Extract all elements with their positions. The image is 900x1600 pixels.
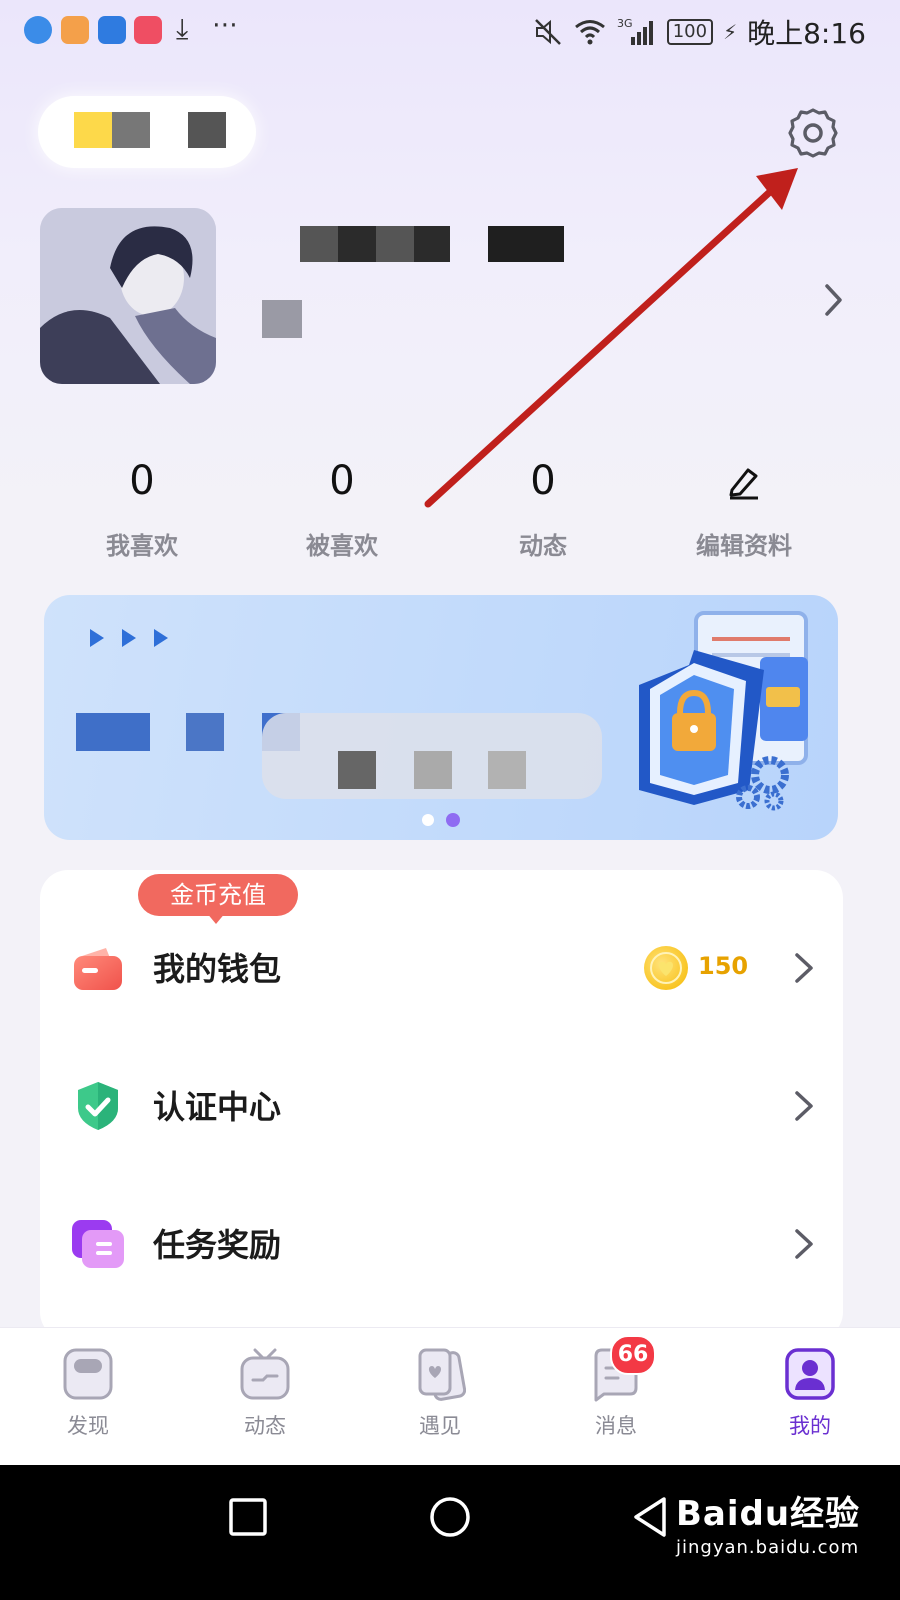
bottom-tab-bar: 发现 动态 遇见 消息 我的 bbox=[0, 1327, 900, 1466]
profile-icon bbox=[785, 1348, 835, 1400]
tab-messages-label: 消息 bbox=[595, 1414, 637, 1438]
tab-discover-label: 发现 bbox=[67, 1414, 109, 1438]
tab-meet[interactable]: 遇见 bbox=[370, 1346, 510, 1440]
carousel-dot-1[interactable] bbox=[422, 814, 434, 826]
recents-button[interactable] bbox=[228, 1497, 268, 1537]
avatar-image bbox=[40, 208, 216, 384]
wallet-label: 我的钱包 bbox=[153, 950, 282, 988]
shield-check-icon bbox=[78, 1082, 118, 1130]
tasks-label: 任务奖励 bbox=[153, 1226, 282, 1264]
task-icon bbox=[72, 1220, 124, 1268]
edit-profile-label: 编辑资料 bbox=[696, 532, 792, 560]
stat-followers[interactable]: 0 被喜欢 bbox=[262, 456, 422, 561]
carousel-dot-2-active[interactable] bbox=[446, 813, 460, 827]
profile-chevron-icon[interactable] bbox=[818, 280, 848, 320]
recharge-badge[interactable]: 金币充值 bbox=[138, 874, 298, 916]
back-button[interactable] bbox=[630, 1495, 670, 1539]
clock: 晚上8:16 bbox=[747, 17, 866, 50]
battery-level: 100 bbox=[666, 19, 714, 45]
tab-feed[interactable]: 动态 bbox=[195, 1346, 335, 1440]
wallet-icon bbox=[74, 948, 122, 990]
menu-item-verification[interactable]: 认证中心 bbox=[40, 1052, 843, 1162]
tab-profile-label: 我的 bbox=[789, 1414, 831, 1438]
shield-app-icon bbox=[98, 16, 126, 44]
tab-meet-label: 遇见 bbox=[419, 1414, 461, 1438]
cards-icon bbox=[418, 1348, 466, 1401]
verification-label: 认证中心 bbox=[153, 1088, 282, 1126]
user-id-redacted bbox=[262, 300, 302, 338]
following-label: 我喜欢 bbox=[106, 532, 178, 560]
settings-button[interactable] bbox=[786, 106, 840, 160]
username-redacted bbox=[246, 220, 606, 280]
recharge-badge-tail bbox=[206, 912, 226, 924]
download-icon: ⤓ bbox=[176, 12, 189, 45]
following-count: 0 bbox=[129, 458, 155, 504]
wifi-icon bbox=[574, 20, 605, 45]
home-button[interactable] bbox=[428, 1495, 472, 1539]
avatar[interactable] bbox=[40, 208, 216, 384]
app-icon-red bbox=[134, 16, 162, 44]
posts-count: 0 bbox=[530, 458, 556, 504]
stat-following[interactable]: 0 我喜欢 bbox=[62, 456, 222, 561]
chevron-right-icon bbox=[795, 1091, 813, 1121]
unread-messages-badge: 66 bbox=[610, 1335, 656, 1375]
followers-count: 0 bbox=[329, 458, 355, 504]
status-bar: ⤓ ⋯ 3G 100 ⚡ 晚上8:16 bbox=[0, 0, 900, 62]
posts-label: 动态 bbox=[519, 532, 567, 560]
watermark-url: jingyan.baidu.com bbox=[676, 1537, 860, 1558]
tv-icon bbox=[240, 1348, 290, 1400]
chevron-right-icon bbox=[795, 953, 813, 983]
mute-icon bbox=[534, 19, 561, 45]
watermark-brand: Baidu经验 bbox=[676, 1494, 861, 1534]
menu-item-tasks[interactable]: 任务奖励 bbox=[40, 1190, 843, 1300]
banner-art bbox=[76, 611, 808, 811]
vip-level-pill[interactable] bbox=[38, 96, 256, 168]
discover-icon bbox=[63, 1348, 113, 1400]
more-notifications-icon: ⋯ bbox=[212, 10, 239, 40]
coin-balance: 150 bbox=[698, 952, 749, 980]
gear-icon bbox=[788, 108, 838, 158]
stat-posts[interactable]: 0 动态 bbox=[463, 456, 623, 561]
baidu-watermark: Baidu经验 jingyan.baidu.com bbox=[676, 1486, 860, 1558]
promo-banner[interactable] bbox=[44, 595, 838, 840]
status-right: 3G 100 ⚡ 晚上8:16 bbox=[533, 12, 866, 52]
tab-discover[interactable]: 发现 bbox=[18, 1346, 158, 1440]
tab-feed-label: 动态 bbox=[244, 1414, 286, 1438]
chevron-right-icon bbox=[795, 1229, 813, 1259]
followers-label: 被喜欢 bbox=[306, 532, 378, 560]
edit-profile-button[interactable]: 编辑资料 bbox=[664, 456, 824, 561]
signal-icon: 3G bbox=[617, 17, 653, 45]
charging-icon: ⚡ bbox=[723, 20, 738, 44]
network-type: 3G bbox=[617, 17, 633, 30]
tab-profile[interactable]: 我的 bbox=[740, 1346, 880, 1440]
coin-icon bbox=[644, 946, 688, 990]
edit-icon bbox=[664, 456, 824, 506]
app-icon-orange bbox=[61, 16, 89, 44]
browser-app-icon bbox=[24, 16, 52, 44]
